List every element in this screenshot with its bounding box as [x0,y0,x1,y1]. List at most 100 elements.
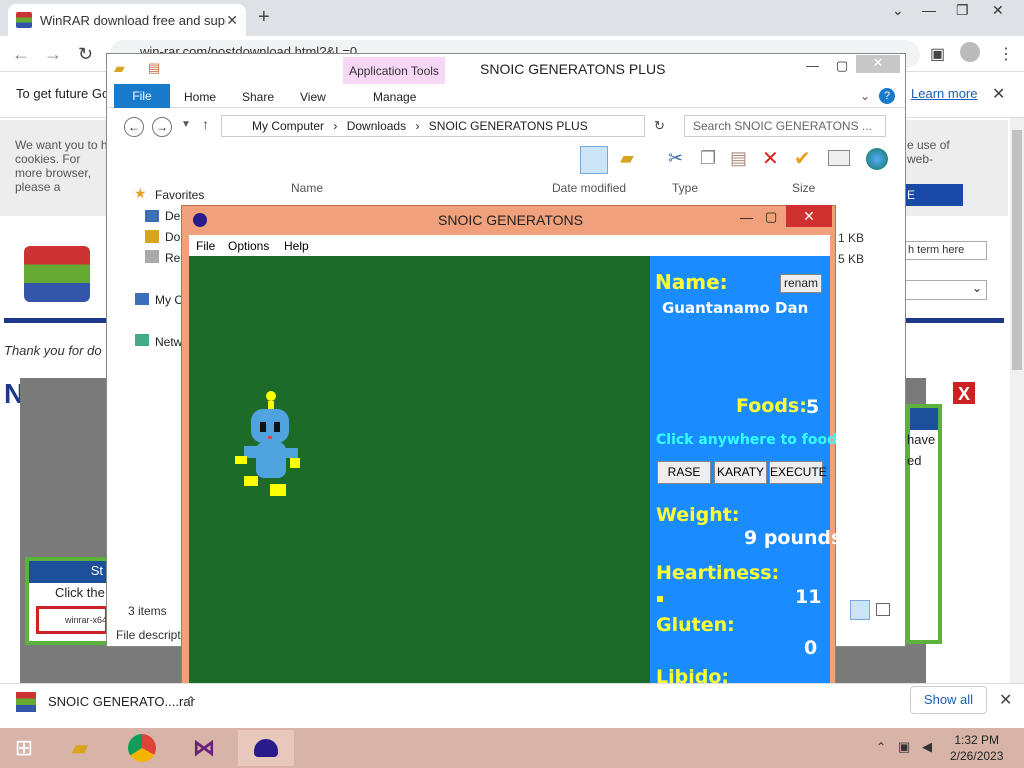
new-tab-icon[interactable]: + [258,6,270,29]
game-minimize-icon[interactable]: — [740,210,753,225]
check-icon[interactable]: ✔ [794,146,811,171]
delete-icon[interactable]: ✕ [762,146,779,171]
game-menu-help[interactable]: Help [284,239,309,253]
download-name[interactable]: SNOIC GENERATO....rar [48,694,195,709]
chrome-taskbar-icon[interactable] [120,730,164,766]
sidebar-downloads[interactable]: Do [165,230,180,244]
popup-left-file[interactable]: winrar-x64 [36,606,108,634]
explorer-forward-icon[interactable]: → [152,117,172,137]
execute-button[interactable]: EXECUTE [769,461,827,484]
restore-icon[interactable]: ❐ [956,2,969,19]
weight-label: Weight: [656,504,740,526]
cookie-text-left: We want you to h cookies. For more brows… [15,138,108,194]
copy-icon[interactable]: ❐ [700,148,716,169]
profile-avatar-icon[interactable] [960,42,980,62]
game-close-icon[interactable]: ✕ [786,205,832,227]
explorer-search-input[interactable]: Search SNOIC GENERATONS ... [684,115,886,137]
game-maximize-icon[interactable]: ▢ [765,209,777,225]
forward-icon[interactable]: → [44,44,62,65]
preview-pane-icon[interactable] [580,146,608,174]
karaty-button[interactable]: KARATY [714,461,767,484]
tab-search-icon[interactable]: ⌄ [892,2,904,19]
popup-right-text2: ed [907,453,922,468]
recent-locations-icon[interactable]: ▼ [181,119,191,130]
sidebar-network[interactable]: Netw [155,335,182,349]
col-size[interactable]: Size [792,181,815,195]
game-menu-options[interactable]: Options [228,239,269,253]
breadcrumb-sep-icon: › [333,119,338,133]
help-icon[interactable]: ? [879,88,895,104]
info-close-icon[interactable]: ✕ [992,84,1005,104]
sidebar-toggle-icon[interactable]: ▣ [930,44,945,64]
shelf-close-icon[interactable]: ✕ [999,690,1012,710]
tray-up-icon[interactable]: ⌃ [876,740,886,754]
explorer-minimize-icon[interactable]: — [806,58,819,73]
ribbon-tab-manage[interactable]: Manage [373,90,416,104]
menu-kebab-icon[interactable]: ⋮ [998,44,1014,64]
up-folder-icon[interactable]: ↑ [202,116,209,132]
volume-tray-icon[interactable]: ◀ [922,739,932,755]
back-icon[interactable]: ← [12,44,30,65]
start-windows-icon[interactable]: ⊞ [2,730,46,766]
network-tray-icon[interactable]: ▣ [898,739,910,755]
large-icons-view-icon[interactable] [876,603,890,616]
browser-tab[interactable]: WinRAR download free and supp ✕ [8,4,246,36]
learn-more-link[interactable]: Learn more [911,86,977,101]
cut-icon[interactable]: ✂ [668,148,683,169]
breadcrumb-current[interactable]: SNOIC GENERATONS PLUS [429,119,588,133]
tab-close-icon[interactable]: ✕ [226,12,238,29]
paste-icon[interactable]: ▤ [730,148,747,169]
breadcrumb-downloads[interactable]: Downloads [347,119,406,133]
ribbon-tab-file[interactable]: File [114,84,170,108]
sidebar-favorites[interactable]: Favorites [155,188,204,202]
sidebar-my-computer[interactable]: My C [155,293,183,307]
explorer-address-bar[interactable]: My Computer › Downloads › SNOIC GENERATO… [221,115,645,137]
language-select[interactable]: ⌄ [905,280,987,300]
ribbon-tab-view[interactable]: View [300,90,326,104]
reload-icon[interactable]: ↻ [78,44,93,65]
quick-access-icon[interactable]: ▤ [148,60,160,76]
col-date[interactable]: Date modified [552,181,626,195]
breadcrumb-my-computer[interactable]: My Computer [252,119,324,133]
ribbon-tab-share[interactable]: Share [242,90,274,104]
chao-pet-sprite[interactable] [230,388,302,500]
visual-studio-taskbar-icon[interactable]: ⋈ [182,730,226,766]
explorer-close-icon[interactable]: ✕ [856,55,900,73]
feed-hint: Click anywhere to food [656,432,838,448]
rename-button[interactable]: renam [780,274,822,293]
snoic-game-taskbar-icon[interactable] [238,730,294,766]
game-menu-file[interactable]: File [196,239,215,253]
download-options-icon[interactable]: ⌃ [186,694,196,708]
cookie-accept-button[interactable]: E [905,184,963,206]
file-explorer-taskbar-icon[interactable]: ▰ [58,730,102,766]
rase-button[interactable]: RASE [657,461,711,484]
folder-icon: ▰ [114,60,125,76]
explorer-title: SNOIC GENERATONS PLUS [480,61,666,77]
ribbon-tab-home[interactable]: Home [184,90,216,104]
site-search-input[interactable]: h term here [905,241,987,260]
minimize-icon[interactable]: — [922,2,936,18]
favorites-star-icon: ★ [134,185,147,201]
clock-date: 2/26/2023 [950,749,1004,763]
globe-icon[interactable] [866,148,888,170]
properties-icon[interactable]: ▰ [620,148,634,169]
taskbar-clock[interactable]: 1:32 PM 2/26/2023 [950,732,1003,764]
rename-icon[interactable] [828,150,850,166]
ribbon-expand-icon[interactable]: ⌄ [860,89,870,103]
recent-icon [145,250,159,263]
col-name[interactable]: Name [291,181,323,195]
game-title: SNOIC GENERATONS [438,212,583,228]
close-window-icon[interactable]: ✕ [992,2,1004,19]
col-type[interactable]: Type [672,181,698,195]
modal-close-button[interactable]: X [952,381,976,405]
page-scrollbar-thumb[interactable] [1012,130,1022,370]
explorer-refresh-icon[interactable]: ↻ [654,118,665,134]
explorer-maximize-icon[interactable]: ▢ [836,58,848,74]
computer-icon [135,293,149,305]
show-all-button[interactable]: Show all [910,686,987,714]
explorer-back-icon[interactable]: ← [124,117,144,137]
details-view-icon[interactable] [850,600,870,620]
heartiness-bar [657,596,663,602]
explorer-ribbon [107,84,905,108]
tab-title: WinRAR download free and supp [40,12,227,28]
